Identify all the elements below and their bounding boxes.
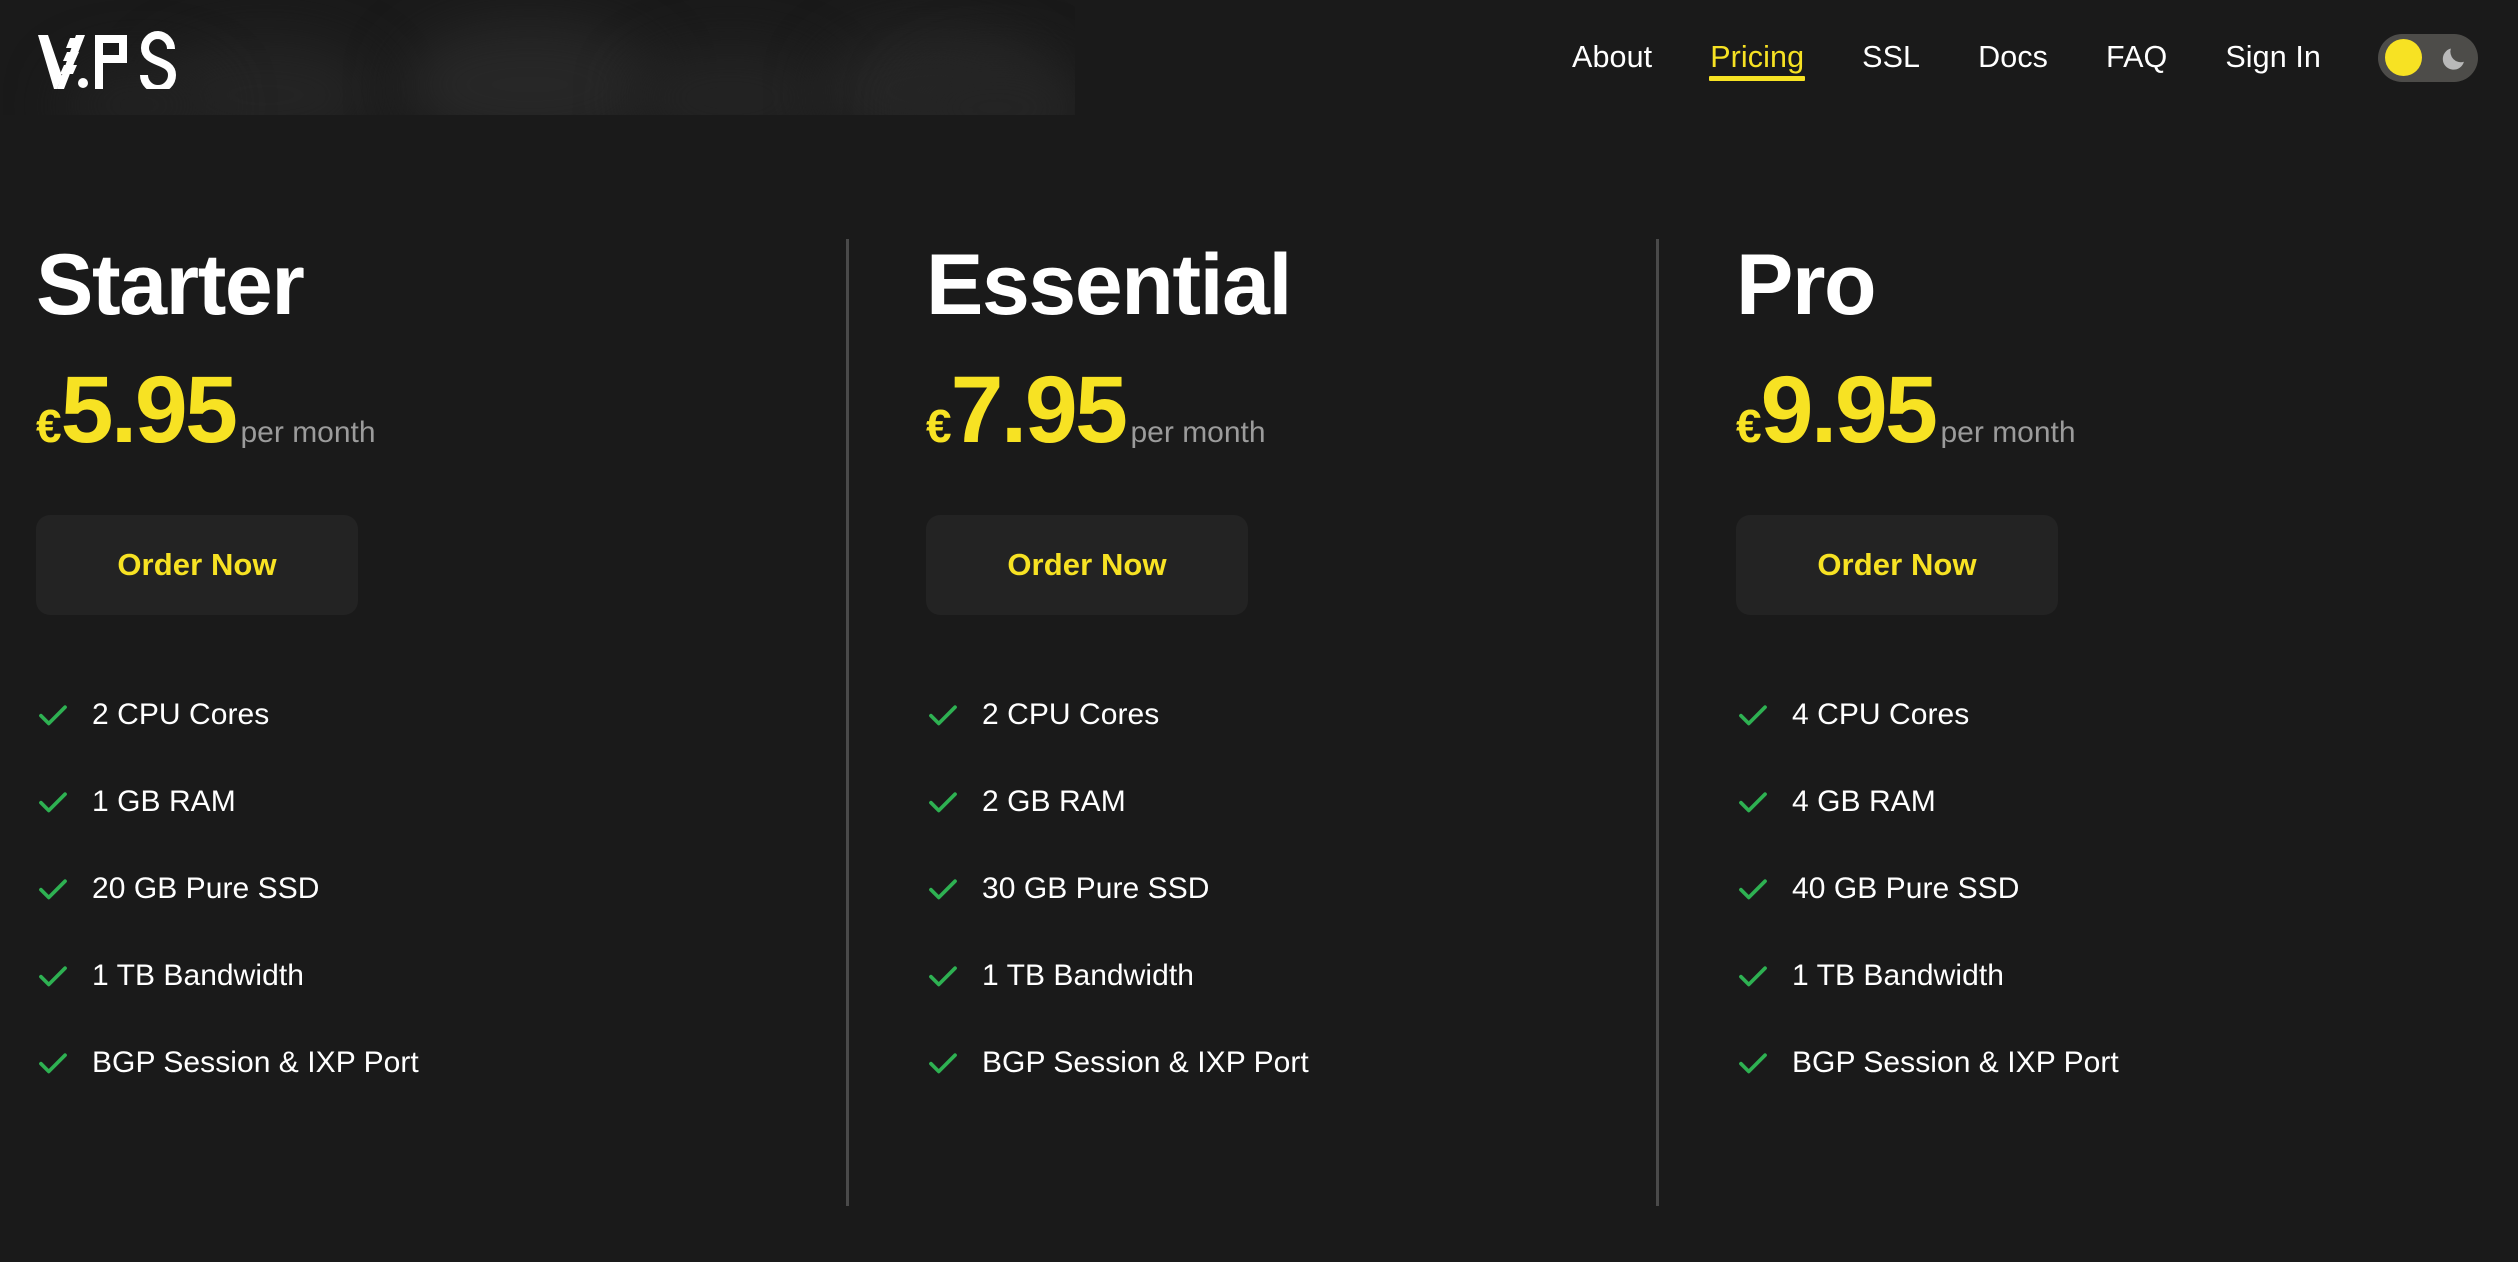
feature-label: 1 TB Bandwidth [1792,958,2004,992]
plan-title: Pro [1736,237,1877,333]
list-item: 1 GB RAM [36,758,806,845]
currency-symbol: € [1736,400,1762,452]
pricing-plan-starter: Starter € 5.95 per month Order Now 2 CPU… [36,242,846,1106]
feature-label: 1 TB Bandwidth [92,958,304,992]
plan-feature-list: 4 CPU Cores 4 GB RAM 40 GB Pure SSD 1 TB… [1736,671,2426,1106]
check-icon [1739,704,1767,725]
list-item: BGP Session & IXP Port [926,1019,1616,1106]
plan-price: € 7.95 per month [926,363,1616,458]
feature-label: BGP Session & IXP Port [982,1045,1309,1079]
list-item: 1 TB Bandwidth [926,932,1616,1019]
vps-logo[interactable] [36,27,176,89]
vps-logo-icon [38,30,176,89]
feature-label: BGP Session & IXP Port [1792,1045,2119,1079]
moon-icon [2442,48,2464,70]
feature-label: 2 CPU Cores [92,697,270,731]
currency-symbol: € [926,400,952,452]
check-icon [1739,1052,1767,1073]
price-amount: 9.95 [1760,357,1938,463]
feature-label: 1 TB Bandwidth [982,958,1194,992]
feature-label: 20 GB Pure SSD [92,871,320,905]
list-item: 2 GB RAM [926,758,1616,845]
nav-item-pricing[interactable]: Pricing [1681,0,1833,115]
list-item: 1 TB Bandwidth [1736,932,2426,1019]
list-item: 30 GB Pure SSD [926,845,1616,932]
check-icon [929,704,957,725]
nav-item-docs[interactable]: Docs [1949,0,2077,115]
site-header: About Pricing SSL Docs FAQ Sign In [0,0,2518,115]
check-icon [1739,965,1767,986]
check-icon [929,878,957,899]
feature-label: 4 CPU Cores [1792,697,1970,731]
price-amount: 7.95 [950,357,1128,463]
pricing-plan-pro: Pro € 9.95 per month Order Now 4 CPU Cor… [1656,237,2466,1206]
pricing-plans: Starter € 5.95 per month Order Now 2 CPU… [0,237,2518,1206]
list-item: 2 CPU Cores [926,671,1616,758]
nav-item-faq[interactable]: FAQ [2077,0,2196,115]
check-icon [39,791,67,812]
pricing-plan-essential: Essential € 7.95 per month Order Now 2 C… [846,237,1656,1206]
price-amount: 5.95 [60,357,238,463]
price-period: per month [1130,416,1266,449]
check-icon [39,704,67,725]
plan-feature-list: 2 CPU Cores 2 GB RAM 30 GB Pure SSD 1 TB… [926,671,1616,1106]
list-item: BGP Session & IXP Port [1736,1019,2426,1106]
plan-price: € 5.95 per month [36,363,806,458]
nav-item-sign-in[interactable]: Sign In [2196,0,2350,115]
currency-symbol: € [36,400,62,452]
list-item: 4 CPU Cores [1736,671,2426,758]
price-period: per month [240,416,376,449]
list-item: 40 GB Pure SSD [1736,845,2426,932]
plan-feature-list: 2 CPU Cores 1 GB RAM 20 GB Pure SSD 1 TB… [36,671,806,1106]
feature-label: 1 GB RAM [92,784,236,818]
feature-label: 40 GB Pure SSD [1792,871,2020,905]
main-navigation: About Pricing SSL Docs FAQ Sign In [1543,0,2480,115]
list-item: 2 CPU Cores [36,671,806,758]
plan-title: Starter [36,237,305,333]
feature-label: 2 GB RAM [982,784,1126,818]
nav-item-ssl[interactable]: SSL [1833,0,1949,115]
feature-label: 4 GB RAM [1792,784,1936,818]
check-icon [929,791,957,812]
price-period: per month [1940,416,2076,449]
nav-item-about[interactable]: About [1543,0,1681,115]
order-now-button[interactable]: Order Now [1736,515,2058,615]
check-icon [1739,791,1767,812]
check-icon [39,965,67,986]
check-icon [39,1052,67,1073]
list-item: 4 GB RAM [1736,758,2426,845]
feature-label: BGP Session & IXP Port [92,1045,419,1079]
plan-price: € 9.95 per month [1736,363,2426,458]
theme-toggle[interactable] [2378,33,2478,82]
list-item: BGP Session & IXP Port [36,1019,806,1106]
list-item: 20 GB Pure SSD [36,845,806,932]
feature-label: 2 CPU Cores [982,697,1160,731]
check-icon [39,878,67,899]
plan-title: Essential [926,237,1292,333]
check-icon [929,1052,957,1073]
check-icon [1739,878,1767,899]
check-icon [929,965,957,986]
order-now-button[interactable]: Order Now [926,515,1248,615]
sun-icon [2385,39,2422,76]
order-now-button[interactable]: Order Now [36,515,358,615]
list-item: 1 TB Bandwidth [36,932,806,1019]
feature-label: 30 GB Pure SSD [982,871,1210,905]
